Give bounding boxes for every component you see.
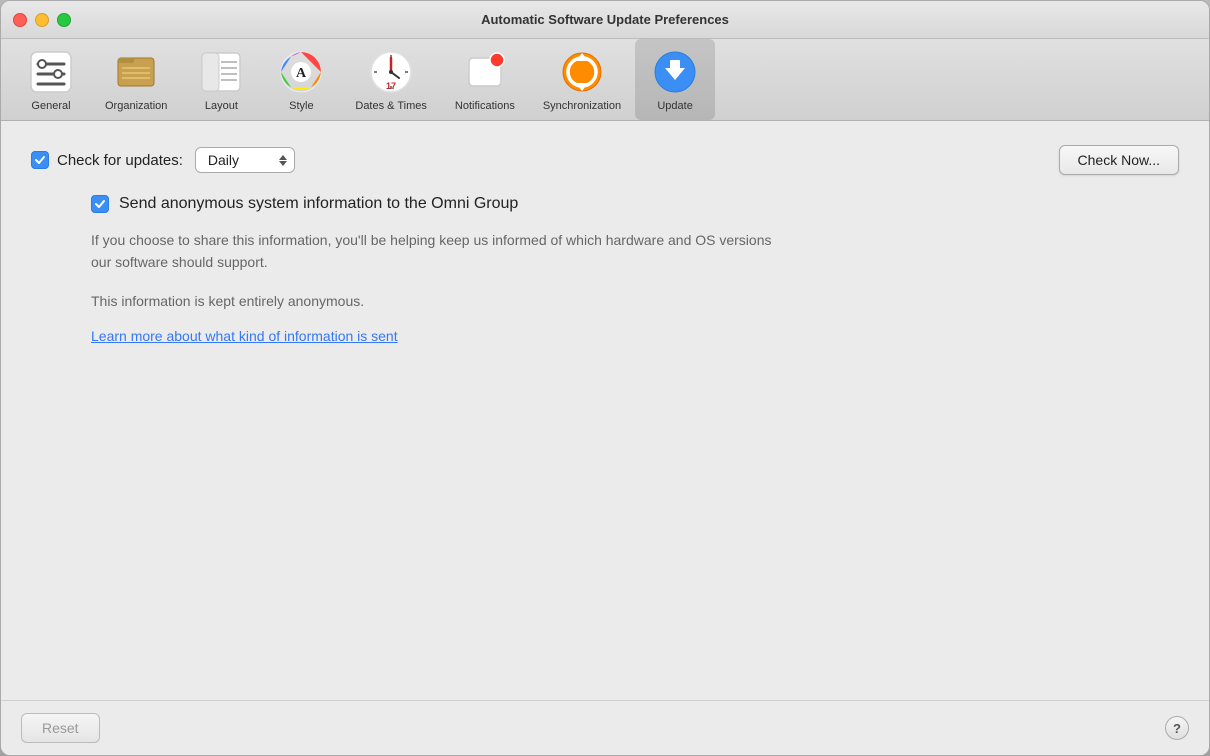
bottom-bar: Reset ? [1, 700, 1209, 755]
tab-general-label: General [31, 100, 70, 112]
titlebar: Automatic Software Update Preferences [1, 1, 1209, 39]
tab-general[interactable]: General [11, 39, 91, 120]
anon-section: Send anonymous system information to the… [91, 195, 1179, 344]
tab-synchronization[interactable]: Synchronization [529, 39, 635, 120]
tab-organization-label: Organization [105, 100, 167, 112]
minimize-button[interactable] [35, 13, 49, 27]
dates-times-icon: 17 [367, 48, 415, 96]
tab-organization[interactable]: Organization [91, 39, 181, 120]
tab-layout-label: Layout [205, 100, 238, 112]
general-icon [27, 48, 75, 96]
tab-notifications[interactable]: Notifications [441, 39, 529, 120]
tab-dates-times-label: Dates & Times [355, 100, 427, 112]
synchronization-icon [558, 48, 606, 96]
window-title: Automatic Software Update Preferences [481, 12, 729, 27]
check-updates-checkbox[interactable] [31, 151, 49, 169]
description-text-1: If you choose to share this information,… [91, 229, 791, 274]
svg-text:A: A [296, 66, 307, 81]
tab-update[interactable]: Update [635, 39, 715, 120]
tab-notifications-label: Notifications [455, 100, 515, 112]
anon-checkmark-icon [94, 198, 106, 210]
reset-button[interactable]: Reset [21, 713, 100, 743]
updates-left: Check for updates: Hourly Daily Weekly [31, 147, 295, 173]
tab-update-label: Update [657, 100, 692, 112]
tab-style[interactable]: A Style [261, 39, 341, 120]
checkmark-icon [34, 154, 46, 166]
description-text-2: This information is kept entirely anonym… [91, 290, 791, 312]
learn-more-link[interactable]: Learn more about what kind of informatio… [91, 328, 1179, 344]
check-updates-checkbox-wrapper: Check for updates: [31, 151, 183, 169]
anon-header: Send anonymous system information to the… [91, 195, 1179, 213]
check-now-button[interactable]: Check Now... [1059, 145, 1179, 175]
frequency-select-wrapper: Hourly Daily Weekly [195, 147, 295, 173]
window-controls [13, 13, 71, 27]
tab-dates-times[interactable]: 17 Dates & Times [341, 39, 441, 120]
tab-synchronization-label: Synchronization [543, 100, 621, 112]
anon-checkbox[interactable] [91, 195, 109, 213]
tab-style-label: Style [289, 100, 313, 112]
help-button[interactable]: ? [1165, 716, 1189, 740]
close-button[interactable] [13, 13, 27, 27]
style-icon: A [277, 48, 325, 96]
check-updates-label: Check for updates: [57, 152, 183, 169]
tab-layout[interactable]: Layout [181, 39, 261, 120]
preferences-window: Automatic Software Update Preferences Ge… [0, 0, 1210, 756]
notifications-icon [461, 48, 509, 96]
maximize-button[interactable] [57, 13, 71, 27]
main-content: Check for updates: Hourly Daily Weekly C… [1, 121, 1209, 700]
organization-icon [112, 48, 160, 96]
toolbar: General Organization [1, 39, 1209, 121]
frequency-select[interactable]: Hourly Daily Weekly [195, 147, 295, 173]
anon-title: Send anonymous system information to the… [119, 195, 518, 213]
layout-icon [197, 48, 245, 96]
update-icon [651, 48, 699, 96]
updates-row: Check for updates: Hourly Daily Weekly C… [31, 145, 1179, 175]
